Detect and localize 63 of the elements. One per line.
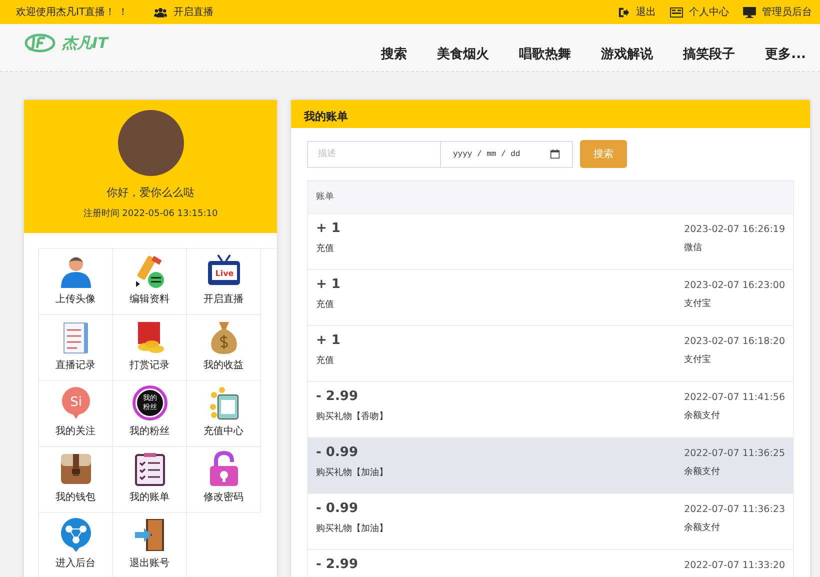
nav-link[interactable]: 搞笑段子 <box>683 45 736 63</box>
calendar-icon <box>550 149 560 159</box>
payment-method: 微信 <box>684 242 704 254</box>
top-link[interactable]: 管理员后台 <box>762 5 812 19</box>
column-header: 账单 <box>308 181 793 214</box>
logo-icon <box>24 33 56 53</box>
amount-text: + 1 <box>316 277 340 292</box>
id-card-icon <box>670 6 683 18</box>
top-link[interactable]: 个人中心 <box>689 5 729 19</box>
logo-text: 杰凡IT <box>62 34 108 52</box>
nav-link[interactable]: 搜索 <box>381 45 408 63</box>
start-live-link[interactable]: 开启直播 <box>173 5 214 19</box>
menu-item[interactable]: Si 我的关注 <box>39 381 113 447</box>
time-text: 2023-02-07 16:23:00 <box>684 280 785 291</box>
menu-item[interactable]: 修改密码 <box>187 447 261 513</box>
payment-method: 余额支付 <box>684 522 722 534</box>
time-text: 2023-02-07 16:26:19 <box>684 224 785 235</box>
menu-item[interactable]: 退出账号 <box>113 513 187 577</box>
nav-link[interactable]: 美食烟火 <box>437 45 490 63</box>
register-time: 注册时间 2022-05-06 13:15:10 <box>83 208 218 220</box>
menu-item[interactable]: 编辑资料 <box>113 249 187 315</box>
users-icon <box>154 6 168 18</box>
description-text: 充值 <box>316 354 335 367</box>
panel-title: 我的账单 <box>291 100 810 128</box>
description-text: 购买礼物【加油】 <box>316 522 388 535</box>
amount-text: - 2.99 <box>316 389 359 404</box>
time-text: 2022-07-07 11:36:25 <box>684 448 785 459</box>
amount-text: + 1 <box>316 333 340 348</box>
welcome-text: 欢迎使用杰凡IT直播！ ！ <box>16 6 128 19</box>
time-text: 2022-07-07 11:41:56 <box>684 392 785 403</box>
amount-text: - 0.99 <box>316 501 359 516</box>
description-text: 充值 <box>316 298 335 311</box>
menu-item[interactable]: 进入后台 <box>39 513 113 577</box>
amount-text: + 1 <box>316 221 340 236</box>
menu-item[interactable]: Live 开启直播 <box>187 249 261 315</box>
time-text: 2022-07-07 11:36:23 <box>684 504 785 515</box>
menu-item[interactable]: 直播记录 <box>39 315 113 381</box>
menu-item[interactable]: 我的账单 <box>113 447 187 513</box>
description-text: 购买礼物【加油】 <box>316 466 388 479</box>
description-field[interactable]: 描述 <box>307 140 441 168</box>
description-text: 购买礼物【香吻】 <box>316 410 388 423</box>
payment-method: 余额支付 <box>684 410 722 422</box>
menu-item[interactable]: 我的收益 <box>187 315 261 381</box>
nav-link[interactable]: 更多... <box>765 45 806 63</box>
menu-item[interactable]: 充值中心 <box>187 381 261 447</box>
amount-text: - 2.99 <box>316 557 358 572</box>
nav-link[interactable]: 游戏解说 <box>601 45 654 63</box>
sign-out-icon <box>617 6 630 18</box>
menu-item[interactable]: 我的钱包 <box>39 447 113 513</box>
menu-item[interactable]: 上传头像 <box>39 249 113 315</box>
date-field[interactable]: yyyy / mm / dd <box>440 140 573 168</box>
payment-method: 支付宝 <box>684 298 712 310</box>
time-text: 2023-02-07 16:18:20 <box>684 336 785 347</box>
description-text: 充值 <box>316 242 335 255</box>
payment-method: 余额支付 <box>684 466 722 478</box>
top-link[interactable]: 退出 <box>636 5 656 19</box>
nav-link[interactable]: 唱歌热舞 <box>519 45 572 63</box>
monitor-icon <box>743 6 756 18</box>
time-text: 2022-07-07 11:33:20 <box>684 560 785 571</box>
amount-text: - 0.99 <box>316 445 359 460</box>
menu-item[interactable]: 打赏记录 <box>113 315 187 381</box>
payment-method: 支付宝 <box>684 354 712 366</box>
greeting-text: 你好，爱你么么哒 <box>106 185 194 200</box>
